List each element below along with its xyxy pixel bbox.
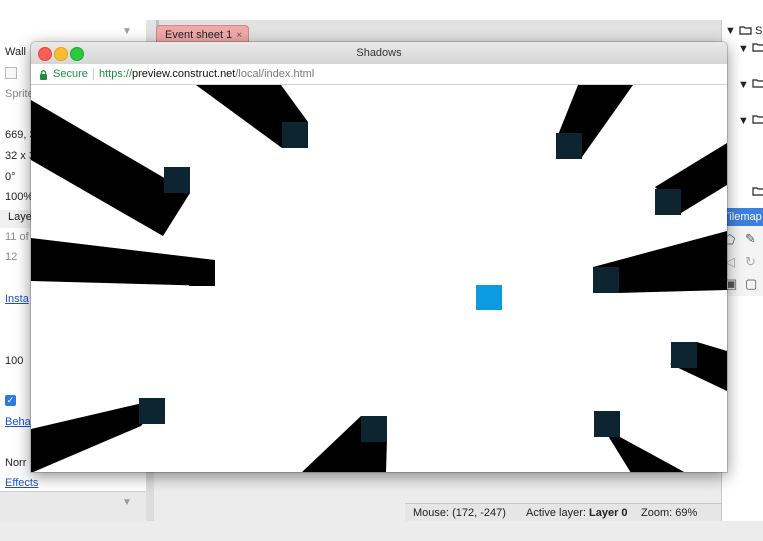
address-divider (93, 68, 94, 80)
layout-vertical-scrollbar[interactable] (146, 471, 154, 521)
uid-value: 11 of (5, 231, 29, 243)
wall-block (282, 122, 308, 148)
tab-label: Event sheet 1 (165, 29, 233, 41)
chevron-down-icon[interactable]: ▼ (738, 43, 749, 55)
wall-block (139, 398, 165, 424)
tree-item-folder-1[interactable]: ▼ (738, 42, 763, 55)
url-protocol: https:// (99, 68, 133, 80)
chevron-down-icon[interactable]: ▼ (122, 497, 132, 508)
chevron-down-icon[interactable]: ▼ (122, 26, 132, 37)
properties-scrollbar[interactable]: ▼ (0, 491, 146, 522)
pencil-icon[interactable]: ✎ (745, 231, 756, 247)
status-bar: Mouse: (172, -247) Active layer: Layer 0… (405, 503, 721, 522)
mouse-coordinates: Mouse: (172, -247) (413, 507, 506, 519)
tilemap-toolbar: ⬠ ✎ ◁ ↻ ▣ ▢ (721, 226, 763, 296)
window-title: Shadows (356, 47, 402, 59)
checkbox-checked[interactable]: ✓ (5, 395, 16, 406)
tree-item-folder-4[interactable] (752, 186, 763, 199)
wall-block (361, 416, 387, 442)
object-name: Wall (5, 46, 26, 58)
folder-icon (752, 43, 763, 52)
blend-mode-select[interactable]: Norr (5, 457, 26, 469)
chevron-down-icon[interactable]: ▼ (725, 25, 736, 37)
layer-label: Laye (8, 211, 32, 223)
plugin-type: Sprite (5, 88, 34, 100)
value-field[interactable]: 100 (5, 355, 23, 367)
folder-icon (752, 187, 763, 196)
url-path: /local/index.html (235, 68, 315, 80)
close-icon[interactable]: × (236, 30, 242, 41)
undo-icon[interactable]: ↻ (745, 254, 756, 270)
effects-link[interactable]: Effects (5, 477, 38, 489)
folder-icon (752, 79, 763, 88)
secure-label: Secure (53, 68, 88, 80)
angle-value[interactable]: 0° (5, 171, 16, 183)
folder-icon (739, 26, 752, 35)
wall-block (556, 133, 582, 159)
game-canvas[interactable] (31, 85, 727, 472)
light-source-block[interactable] (476, 285, 502, 310)
preview-window: Shadows Secure https://preview.construct… (31, 42, 727, 472)
tilemap-panel-header[interactable]: Tilemap (721, 208, 763, 226)
active-layer-value: Layer 0 (589, 507, 628, 519)
opacity-value[interactable]: 100% (5, 191, 33, 203)
folder-icon (752, 115, 763, 124)
zoom-level: Zoom: 69% (641, 507, 698, 519)
tree-item-label: S (755, 25, 763, 37)
wall-block (671, 342, 697, 368)
editor-bottom-strip (146, 521, 763, 541)
chevron-down-icon[interactable]: ▼ (738, 79, 749, 91)
window-titlebar[interactable]: Shadows (31, 42, 727, 65)
instance-variables-link[interactable]: Insta (5, 293, 29, 305)
address-bar[interactable]: Secure https://preview.construct.net/loc… (31, 64, 727, 85)
chevron-down-icon[interactable]: ▼ (738, 115, 749, 127)
tree-item-folder-3[interactable]: ▼ (738, 114, 763, 127)
wall-block (655, 189, 681, 215)
checkbox-unchecked[interactable] (5, 67, 17, 79)
active-layer-label: Active layer: (526, 507, 586, 519)
wall-block (594, 411, 620, 437)
behaviors-link[interactable]: Beha (5, 416, 31, 428)
tree-item-root[interactable]: ▼ S (725, 25, 762, 37)
url-host: preview.construct.net (132, 68, 236, 80)
wall-block (164, 167, 190, 193)
instance-count: 12 (5, 251, 18, 263)
url-text[interactable]: https://preview.construct.net/local/inde… (99, 64, 314, 84)
document-icon[interactable]: ▢ (745, 276, 757, 292)
lock-icon (40, 70, 47, 80)
wall-block (593, 267, 619, 293)
tree-item-folder-2[interactable]: ▼ (738, 78, 763, 91)
wall-block (189, 260, 215, 286)
